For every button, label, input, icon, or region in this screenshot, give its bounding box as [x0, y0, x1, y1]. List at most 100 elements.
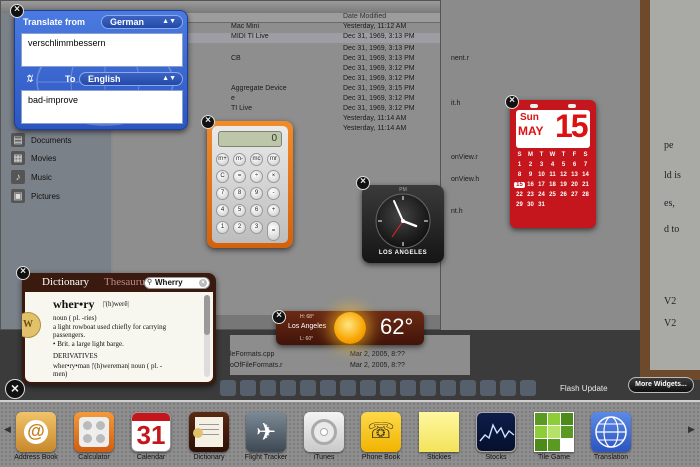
calendar-day-cell[interactable]: 31	[536, 202, 547, 208]
calc-key-divide[interactable]: ÷	[250, 170, 263, 183]
translate-widget[interactable]: Translate from German ▲▼ verschlimmbesser…	[14, 10, 188, 130]
close-translate-button[interactable]: ×	[10, 4, 24, 18]
widget-bar-item-stocks[interactable]: Stocks	[466, 412, 526, 467]
calendar-day-cell[interactable]: 23	[525, 192, 536, 198]
file-name[interactable]: nent.r	[451, 55, 469, 62]
dock-app-icon[interactable]	[320, 380, 336, 396]
calculator-widget[interactable]: 0 m+ m- mc mr C = ÷ × 7 8 9 - 4 5 6 + 1 …	[207, 121, 293, 248]
calendar-day-cell[interactable]: 13	[569, 172, 580, 178]
dock-app-icon[interactable]	[220, 380, 236, 396]
widget-bar-item-address-book[interactable]: @ Address Book	[6, 412, 66, 467]
calendar-day-cell[interactable]: 29	[514, 202, 525, 208]
calc-key-multiply[interactable]: ×	[267, 170, 280, 183]
calc-key-4[interactable]: 4	[216, 204, 229, 217]
calc-key-mplus[interactable]: m+	[216, 153, 229, 166]
file-name[interactable]: nt.h	[451, 208, 463, 215]
calendar-day-cell[interactable]: 25	[547, 192, 558, 198]
dictionary-widget[interactable]: Dictionary Thesaurus ⚲ Wherry × W wher•ry …	[22, 273, 216, 385]
sidebar-item-pictures[interactable]: ▣ Pictures	[11, 187, 60, 205]
dock-app-icon[interactable]	[280, 380, 296, 396]
tab-thesaurus[interactable]: Thesaurus	[104, 276, 149, 288]
sidebar-item-documents[interactable]: ▤ Documents	[11, 131, 71, 149]
file-name[interactable]: onView.r	[451, 154, 478, 161]
calendar-day-cell[interactable]: 18	[547, 182, 558, 188]
dictionary-scrollbar[interactable]	[204, 295, 210, 377]
close-clock-button[interactable]: ×	[356, 176, 370, 190]
calc-key-7[interactable]: 7	[216, 187, 229, 200]
widget-bar-item-flight-tracker[interactable]: ✈ Flight Tracker	[236, 412, 296, 467]
calendar-day-cell[interactable]: 24	[536, 192, 547, 198]
dock-app-icon[interactable]	[440, 380, 456, 396]
dock-app-icon[interactable]	[360, 380, 376, 396]
calendar-day-cell[interactable]: 4	[547, 162, 558, 168]
clear-search-icon[interactable]: ×	[199, 279, 207, 287]
calendar-day-cell[interactable]: 17	[536, 182, 547, 188]
calendar-day-cell[interactable]: 3	[536, 162, 547, 168]
calendar-day-cell[interactable]: 9	[525, 172, 536, 178]
dock-app-icon[interactable]	[420, 380, 436, 396]
widget-bar-item-translation[interactable]: Translation	[581, 412, 641, 467]
dock-app-icon[interactable]	[240, 380, 256, 396]
calendar-day-cell[interactable]: 16	[525, 182, 536, 188]
close-calculator-button[interactable]: ×	[201, 115, 215, 129]
calendar-day-cell[interactable]: 26	[558, 192, 569, 198]
calc-key-6[interactable]: 6	[250, 204, 263, 217]
swap-languages-icon[interactable]: ⇅	[25, 74, 33, 85]
table-row[interactable]: leFormats.cpp Mar 2, 2005, 8:??	[230, 351, 470, 361]
to-language-select[interactable]: English ▲▼	[79, 72, 183, 86]
close-dictionary-button[interactable]: ×	[16, 266, 30, 280]
column-date-modified[interactable]: Date Modified	[343, 13, 386, 20]
calc-key-plus[interactable]: +	[267, 204, 280, 217]
calc-key-9[interactable]: 9	[250, 187, 263, 200]
dock-app-icon[interactable]	[260, 380, 276, 396]
file-name[interactable]: onView.h	[451, 176, 479, 183]
scrollbar-thumb[interactable]	[204, 295, 210, 335]
calendar-day-cell[interactable]: 10	[536, 172, 547, 178]
calendar-day-cell[interactable]: 22	[514, 192, 525, 198]
calendar-day-cell[interactable]: 6	[569, 162, 580, 168]
calendar-day-cell[interactable]: 14	[580, 172, 591, 178]
widget-bar-item-phone-book[interactable]: ☏ Phone Book	[351, 412, 411, 467]
translate-input[interactable]: verschlimmbessern	[21, 33, 183, 67]
calendar-day-cell[interactable]: 19	[558, 182, 569, 188]
calendar-day-cell[interactable]: 1	[514, 162, 525, 168]
weather-widget[interactable]: H: 68° Los Angeles L: 60° 62°	[276, 311, 424, 345]
calendar-day-cell[interactable]: 15	[514, 182, 525, 188]
close-calendar-button[interactable]: ×	[505, 95, 519, 109]
calendar-widget[interactable]: Sun MAY 15 S M T W T F S 1 2 3 4 5 6 7 8 9 10 11 12 13 14 15 1…	[510, 100, 596, 228]
calendar-day-cell[interactable]: 12	[558, 172, 569, 178]
calc-key-3[interactable]: 3	[250, 221, 263, 234]
calendar-day-cell[interactable]: 5	[558, 162, 569, 168]
calc-key-2[interactable]: 2	[233, 221, 246, 234]
dock-app-icon[interactable]	[340, 380, 356, 396]
dock-app-icon[interactable]	[400, 380, 416, 396]
dictionary-search-input[interactable]: ⚲ Wherry ×	[144, 277, 210, 289]
dock-app-icon[interactable]	[300, 380, 316, 396]
calc-key-clear[interactable]: C	[216, 170, 229, 183]
table-row[interactable]: oOfFileFormats.r Mar 2, 2005, 8:??	[230, 362, 470, 372]
world-clock-widget[interactable]: PM LOS ANGELES	[362, 185, 444, 263]
close-widget-bar-button[interactable]: ×	[5, 379, 25, 399]
calc-key-5[interactable]: 5	[233, 204, 246, 217]
dock-app-icon[interactable]	[520, 380, 536, 396]
widget-bar-item-calendar[interactable]: 31 Calendar	[121, 412, 181, 467]
calc-key-mc[interactable]: mc	[250, 153, 263, 166]
calendar-day-cell[interactable]: 8	[514, 172, 525, 178]
calc-key-mminus[interactable]: m-	[233, 153, 246, 166]
sidebar-item-music[interactable]: ♪ Music	[11, 168, 52, 186]
dock-app-icon[interactable]	[380, 380, 396, 396]
calc-key-1[interactable]: 1	[216, 221, 229, 234]
calc-key-mr[interactable]: mr	[267, 153, 280, 166]
calendar-day-cell[interactable]: 7	[580, 162, 591, 168]
calendar-day-cell[interactable]: 28	[580, 192, 591, 198]
calendar-day-cell[interactable]: 20	[569, 182, 580, 188]
calc-key-8[interactable]: 8	[233, 187, 246, 200]
scroll-right-icon[interactable]: ▶	[688, 424, 695, 435]
dock-app-icon[interactable]	[480, 380, 496, 396]
calendar-day-cell[interactable]: 2	[525, 162, 536, 168]
calendar-day-cell[interactable]: 11	[547, 172, 558, 178]
file-name[interactable]: it.h	[451, 100, 460, 107]
calc-key-equals-top[interactable]: =	[233, 170, 246, 183]
calendar-day-cell[interactable]: 30	[525, 202, 536, 208]
calendar-day-cell[interactable]: 21	[580, 182, 591, 188]
